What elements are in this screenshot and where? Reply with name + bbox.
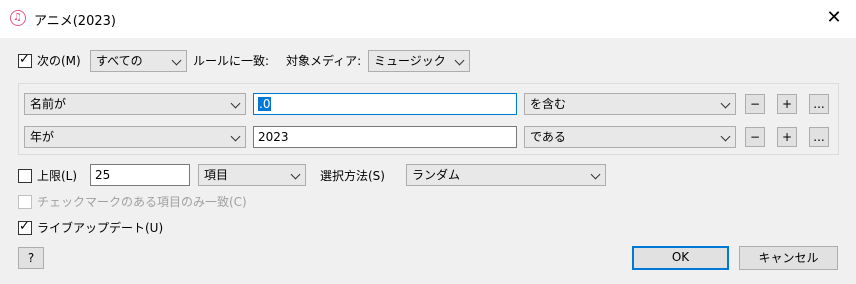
limit-value-input[interactable]: 25 [90,164,190,186]
media-value: ミュージック [374,54,446,68]
chevron-down-icon [720,131,731,142]
rule-value-input[interactable]: .0 [253,93,517,115]
match-mode-value: すべての [96,54,143,68]
title-bar: アニメ(2023) ✕ [0,0,856,38]
chevron-down-icon [290,169,301,180]
live-update-checkbox[interactable] [18,219,32,235]
rule-value-text: .0 [258,97,272,111]
remove-rule-button[interactable]: − [745,94,765,114]
chevron-down-icon [590,169,601,180]
rule-operator-value: を含む [530,97,567,111]
rule-field-value: 年が [30,130,55,144]
more-rule-button[interactable]: ... [809,94,829,114]
match-label: 次の(M) [37,54,81,68]
limit-checkbox[interactable] [18,169,32,183]
rule-operator-dropdown[interactable]: を含む [524,93,736,115]
method-label: 選択方法(S) [320,169,385,183]
add-rule-button[interactable]: + [777,94,797,114]
rule-operator-value: である [530,130,566,144]
rule-field-value: 名前が [30,97,67,111]
itunes-icon [10,10,26,26]
rules-text: ルールに一致: [193,54,270,68]
limit-unit-value: 項目 [204,168,229,182]
rule-operator-dropdown[interactable]: である [524,126,736,148]
method-value: ランダム [412,168,461,182]
remove-rule-button[interactable]: − [745,127,765,147]
chevron-down-icon [454,55,465,66]
more-rule-button[interactable]: ... [809,127,829,147]
ok-button[interactable]: OK [632,246,729,270]
chevron-down-icon [230,131,241,142]
match-checkbox[interactable] [18,52,32,68]
add-rule-button[interactable]: + [777,127,797,147]
limit-label: 上限(L) [37,169,78,183]
rule-field-dropdown[interactable]: 年が [24,126,246,148]
window-title: アニメ(2023) [34,14,116,29]
media-label: 対象メディア: [286,54,362,68]
checked-only-label: チェックマークのある項目のみ一致(C) [37,195,247,209]
cancel-button[interactable]: キャンセル [739,246,838,270]
rule-field-dropdown[interactable]: 名前が [24,93,246,115]
match-mode-dropdown[interactable]: すべての [90,50,187,72]
chevron-down-icon [230,98,241,109]
rule-value-input[interactable]: 2023 [253,126,517,148]
method-dropdown[interactable]: ランダム [406,164,606,186]
chevron-down-icon [720,98,731,109]
live-update-label: ライブアップデート(U) [37,221,164,235]
limit-value-text: 25 [95,168,111,182]
rule-value-text: 2023 [258,130,289,144]
close-icon[interactable]: ✕ [822,6,846,30]
chevron-down-icon [171,55,182,66]
help-button[interactable]: ? [18,247,44,269]
limit-unit-dropdown[interactable]: 項目 [198,164,306,186]
media-dropdown[interactable]: ミュージック [368,50,470,72]
checked-only-checkbox[interactable] [18,195,32,209]
